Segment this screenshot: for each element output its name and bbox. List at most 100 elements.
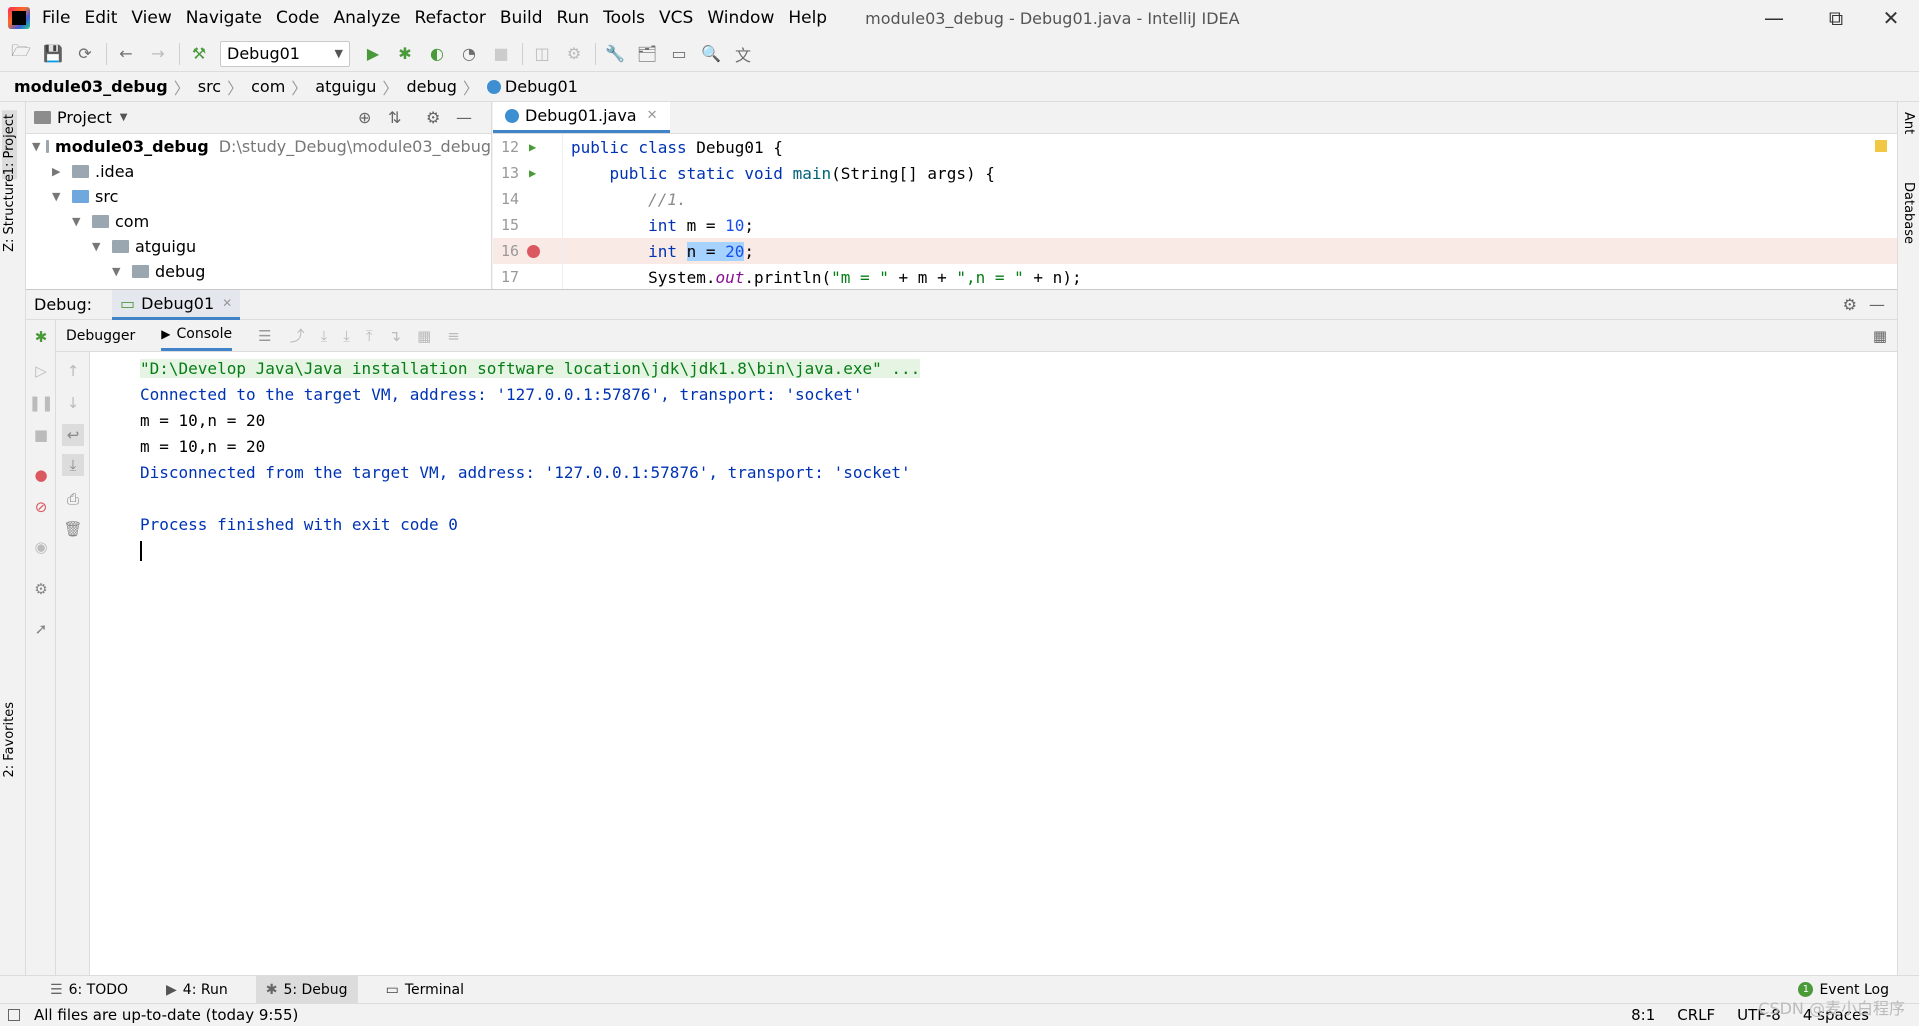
code-line[interactable]: 13 ▶ public static void main(String[] ar…	[493, 160, 1897, 186]
collapse-arrow-icon[interactable]: ▶	[52, 165, 66, 178]
tab-favorites[interactable]: 2: Favorites	[2, 702, 17, 778]
gear-icon[interactable]: ⚙	[30, 578, 52, 600]
pin-icon[interactable]: ➚	[30, 618, 52, 640]
hide-icon[interactable]: —	[456, 108, 472, 127]
run-config-select[interactable]: Debug01 ▼	[220, 40, 350, 67]
restore-layout-icon[interactable]: ▦	[1873, 327, 1887, 345]
profile-icon[interactable]: ◔	[458, 43, 480, 65]
menu-window[interactable]: Window	[707, 8, 774, 28]
menu-navigate[interactable]: Navigate	[186, 8, 262, 28]
menu-tools[interactable]: Tools	[603, 8, 645, 28]
open-folder-icon[interactable]: 🗁	[10, 41, 32, 65]
code-line[interactable]: 12 ▶ public class Debug01 {	[493, 134, 1897, 160]
menu-build[interactable]: Build	[500, 8, 543, 28]
close-tab-icon[interactable]: ✕	[647, 108, 658, 123]
tree-item-debug[interactable]: ▼ debug	[26, 259, 491, 284]
project-structure-icon[interactable]: 🗂	[636, 43, 658, 65]
expand-arrow-icon[interactable]: ▼	[92, 240, 106, 253]
menu-edit[interactable]: Edit	[84, 8, 117, 28]
soft-wrap-icon[interactable]: ↩	[62, 424, 84, 446]
crumb-atguigu[interactable]: atguigu	[315, 77, 376, 96]
coverage-icon[interactable]: ◐	[426, 43, 448, 65]
code-line[interactable]: 15 int m = 10;	[493, 212, 1897, 238]
crumb-module[interactable]: module03_debug	[14, 77, 168, 96]
scroll-to-end-icon[interactable]: ⤓	[62, 454, 84, 476]
print-icon[interactable]: ⎙	[62, 488, 84, 510]
expand-arrow-icon[interactable]: ▼	[32, 140, 40, 153]
expand-arrow-icon[interactable]: ▼	[112, 265, 126, 278]
tab-debug[interactable]: ✱ 5: Debug	[255, 975, 358, 1004]
menu-code[interactable]: Code	[276, 8, 320, 28]
run-gutter-icon[interactable]: ▶	[529, 140, 536, 154]
project-title[interactable]: Project	[57, 108, 112, 127]
panel-toggle-icon[interactable]	[8, 1009, 20, 1021]
scroll-marker-warning[interactable]	[1875, 140, 1887, 152]
tree-item-atguigu[interactable]: ▼ atguigu	[26, 234, 491, 259]
breakpoint-icon[interactable]	[527, 244, 540, 258]
close-icon[interactable]: ✕	[1860, 0, 1919, 36]
save-icon[interactable]: 💾	[42, 43, 64, 65]
sync-icon[interactable]: ⟳	[74, 43, 96, 65]
tab-console[interactable]: ▶ Console	[161, 320, 233, 351]
tab-database[interactable]: Database	[1901, 182, 1916, 244]
crumb-com[interactable]: com	[251, 77, 285, 96]
tree-item-com[interactable]: ▼ com	[26, 209, 491, 234]
chevron-down-icon[interactable]: ▼	[120, 112, 128, 123]
cursor-position[interactable]: 8:1	[1631, 1006, 1655, 1024]
editor-tab-debug01[interactable]: Debug01.java ✕	[493, 102, 670, 133]
menu-analyze[interactable]: Analyze	[334, 8, 401, 28]
back-icon[interactable]: ←	[115, 43, 137, 65]
tab-run[interactable]: ▶ 4: Run	[156, 976, 238, 1004]
close-tab-icon[interactable]: ✕	[222, 296, 232, 310]
menu-vcs[interactable]: VCS	[659, 8, 693, 28]
code-line-breakpoint[interactable]: 16 int n = 20;	[493, 238, 1897, 264]
locate-icon[interactable]: ⊕	[358, 108, 371, 127]
tab-structure[interactable]: Z: Structure	[2, 174, 17, 252]
crumb-debug[interactable]: debug	[406, 77, 456, 96]
run-gutter-icon[interactable]: ▶	[529, 166, 536, 180]
crumb-class[interactable]: Debug01	[505, 77, 578, 96]
tree-root[interactable]: ▼ module03_debug D:\study_Debug\module03…	[26, 134, 491, 159]
collapse-all-icon[interactable]: ⇅	[388, 108, 401, 127]
settings-wrench-icon[interactable]: 🔧	[604, 43, 626, 65]
tab-todo[interactable]: ☰ 6: TODO	[40, 976, 138, 1004]
forward-icon[interactable]: →	[147, 43, 169, 65]
trash-icon[interactable]: 🗑	[62, 518, 84, 540]
build-hammer-icon[interactable]: ⚒	[188, 43, 210, 65]
tree-item-src[interactable]: ▼ src	[26, 184, 491, 209]
minimize-icon[interactable]: —	[1743, 0, 1805, 36]
translate-icon[interactable]: 文	[732, 43, 754, 65]
mute-breakpoints-icon[interactable]: ⊘	[30, 496, 52, 518]
console-output[interactable]: "D:\Develop Java\Java installation softw…	[90, 352, 1897, 976]
restore-icon[interactable]: ⧉	[1805, 0, 1867, 36]
tab-terminal[interactable]: ▭ Terminal	[376, 976, 474, 1004]
code-line[interactable]: 17 System.out.println("m = " + m + ",n =…	[493, 264, 1897, 289]
menu-refactor[interactable]: Refactor	[415, 8, 486, 28]
terminal-window-icon[interactable]: ▭	[668, 43, 690, 65]
code-editor[interactable]: Debug01.java ✕ 12 ▶ public class Debug01…	[493, 102, 1897, 289]
run-icon[interactable]: ▶	[362, 43, 384, 65]
bottom-tool-tabs: ☰ 6: TODO ▶ 4: Run ✱ 5: Debug ▭ Terminal…	[0, 975, 1919, 1004]
expand-arrow-icon[interactable]: ▼	[72, 215, 86, 228]
menu-help[interactable]: Help	[788, 8, 827, 28]
debug-icon[interactable]: ✱	[394, 43, 416, 65]
view-breakpoints-icon[interactable]: ●	[30, 464, 52, 486]
tab-project[interactable]: 1: Project	[2, 110, 17, 180]
line-separator[interactable]: CRLF	[1677, 1006, 1715, 1024]
menu-run[interactable]: Run	[557, 8, 590, 28]
gear-icon[interactable]: ⚙	[426, 108, 440, 127]
tab-ant[interactable]: Ant	[1901, 112, 1916, 134]
menu-view[interactable]: View	[131, 8, 171, 28]
gear-icon[interactable]: ⚙	[1843, 295, 1857, 314]
crumb-src[interactable]: src	[198, 77, 221, 96]
tab-debugger[interactable]: Debugger	[66, 322, 135, 350]
rerun-debug-icon[interactable]: ✱	[30, 326, 52, 348]
search-icon[interactable]: 🔍	[700, 43, 722, 65]
menu-file[interactable]: File	[42, 8, 70, 28]
tree-item-idea[interactable]: ▶ .idea	[26, 159, 491, 184]
hide-icon[interactable]: —	[1869, 295, 1885, 314]
layout-icon[interactable]: ☰	[258, 327, 271, 345]
debug-session-tab[interactable]: ▭ Debug01 ✕	[112, 289, 241, 320]
code-line[interactable]: 14 //1.	[493, 186, 1897, 212]
expand-arrow-icon[interactable]: ▼	[52, 190, 66, 203]
